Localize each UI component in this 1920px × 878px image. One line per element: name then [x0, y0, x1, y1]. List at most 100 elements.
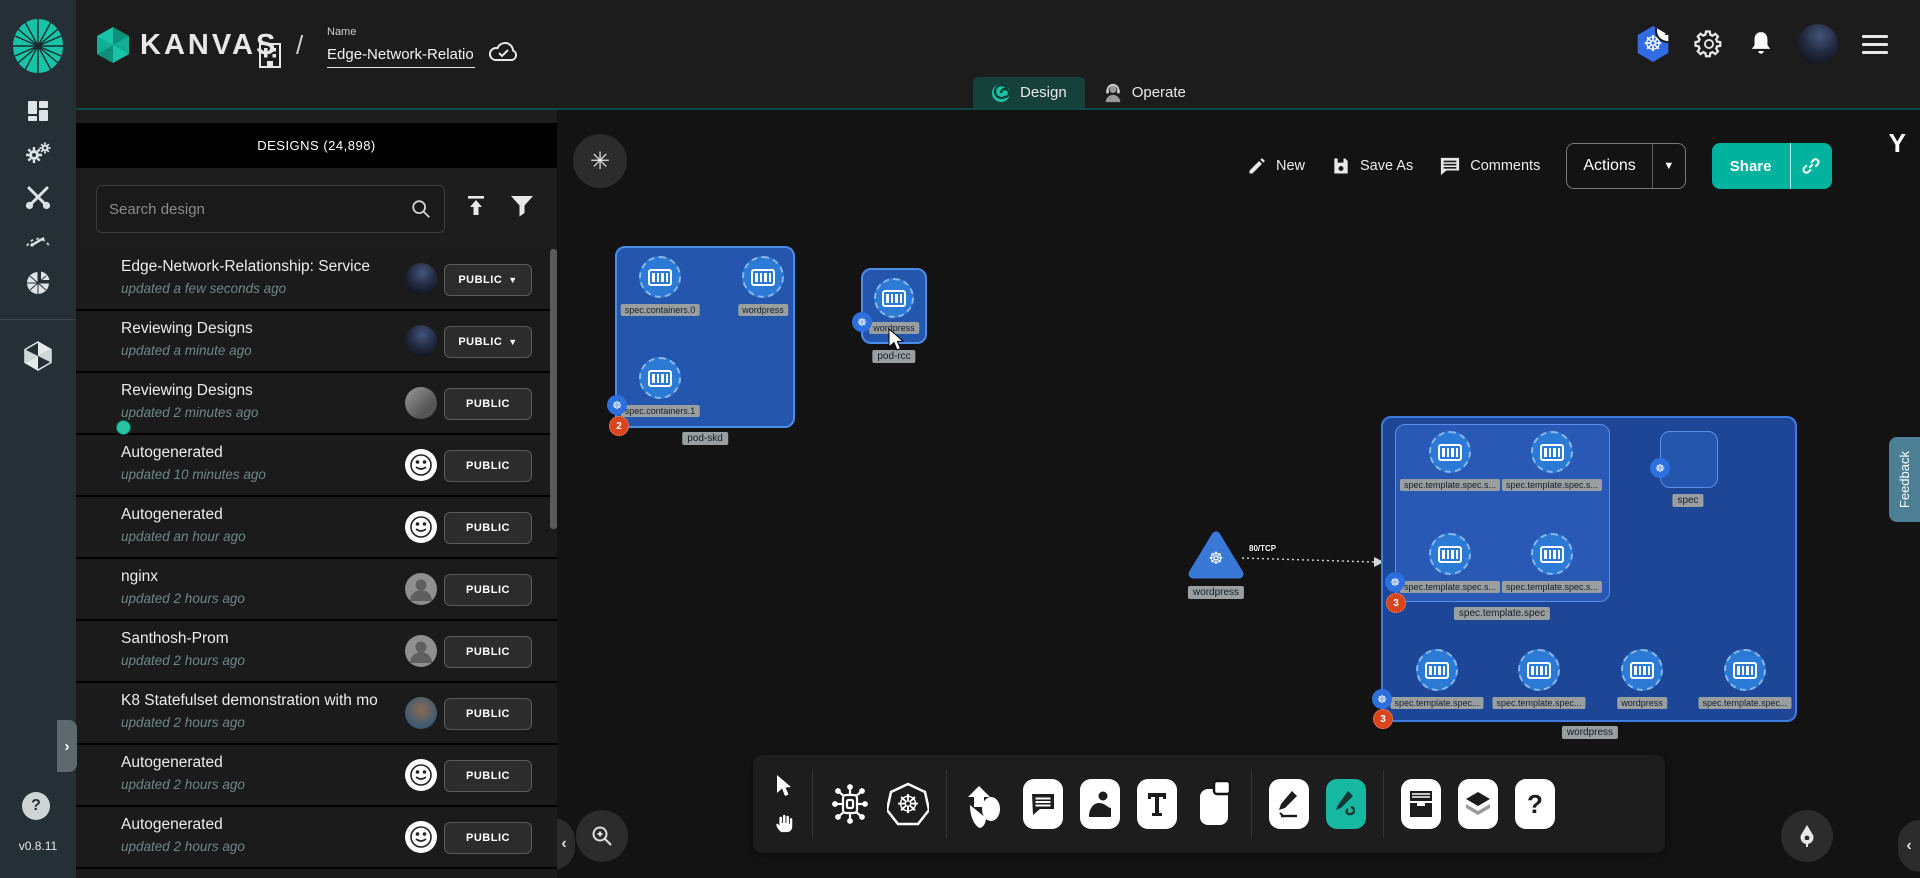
- sidebar-extensions-icon[interactable]: [18, 272, 58, 294]
- deployment-k8s-badge[interactable]: ☸: [1372, 689, 1392, 709]
- template-k8s-badge[interactable]: ☸: [1385, 572, 1405, 592]
- design-list-item[interactable]: Autogenerated updated 2 hours ago PUBLIC: [76, 807, 557, 869]
- template-container-node-4[interactable]: [1531, 533, 1573, 575]
- snowflake-button[interactable]: ✳: [573, 134, 627, 188]
- kubernetes-components-tool[interactable]: ☸: [887, 782, 929, 826]
- visibility-badge[interactable]: PUBLIC: [444, 636, 532, 668]
- share-button[interactable]: Share: [1712, 143, 1790, 189]
- container-node-wordpress-rcc[interactable]: [874, 278, 914, 318]
- brand[interactable]: KANVAS: [96, 26, 278, 64]
- select-tool[interactable]: [774, 774, 794, 798]
- deployment-pod-node-4[interactable]: [1724, 649, 1766, 691]
- comment-tool[interactable]: [1023, 779, 1063, 829]
- media-tool[interactable]: [1080, 779, 1120, 829]
- tab-design[interactable]: Design: [973, 77, 1085, 108]
- user-avatar[interactable]: [1798, 24, 1838, 64]
- design-item-updated: updated 2 hours ago: [121, 777, 403, 792]
- design-list-item[interactable]: Reviewing Designs updated a minute ago P…: [76, 311, 557, 373]
- pen-tool[interactable]: [1269, 779, 1309, 829]
- design-list-item[interactable]: Autogenerated updated an hour ago PUBLIC: [76, 497, 557, 559]
- search-icon[interactable]: [410, 198, 444, 220]
- design-canvas[interactable]: ✳ New Save As Comments Actions ▼ Share: [557, 110, 1920, 878]
- template-container-node-1[interactable]: [1429, 431, 1471, 473]
- actions-button[interactable]: Actions: [1567, 144, 1651, 188]
- visibility-badge[interactable]: PUBLIC: [444, 698, 532, 730]
- deployment-pod-node-1[interactable]: [1416, 649, 1458, 691]
- help-tool[interactable]: ?: [1515, 779, 1555, 829]
- design-name-input[interactable]: [327, 44, 475, 68]
- mouse-cursor: [887, 328, 905, 352]
- note-tool[interactable]: [1194, 779, 1234, 829]
- sidebar-kanvas-hexagon-icon[interactable]: [18, 345, 58, 367]
- operate-headset-icon: [1103, 83, 1123, 103]
- doodle-tool-active[interactable]: [1326, 779, 1366, 829]
- template-container-node-3[interactable]: [1429, 533, 1471, 575]
- design-list-item[interactable]: Santhosh-Prom updated 2 hours ago PUBLIC: [76, 621, 557, 683]
- pan-hand-tool[interactable]: [773, 812, 795, 834]
- visibility-badge[interactable]: PUBLIC: [444, 512, 532, 544]
- design-list-item[interactable]: Autogenerated updated 10 minutes ago PUB…: [76, 435, 557, 497]
- sidebar-performance-icon[interactable]: [18, 229, 58, 251]
- design-list-item[interactable]: Autogenerated updated 2 hours ago PUBLIC: [76, 745, 557, 807]
- design-list-item[interactable]: K8 Statefulset demonstration with mo upd…: [76, 683, 557, 745]
- shortcuts-y-icon[interactable]: Y: [1889, 128, 1906, 159]
- visibility-badge[interactable]: PUBLIC: [444, 760, 532, 792]
- shapes-tool[interactable]: [964, 779, 1006, 829]
- hamburger-menu-icon[interactable]: [1862, 30, 1888, 59]
- visibility-badge[interactable]: PUBLIC: [444, 450, 532, 482]
- deployment-pod-node-2[interactable]: [1518, 649, 1560, 691]
- spec-k8s-badge[interactable]: ☸: [1650, 458, 1670, 478]
- pod-skd-error-badge[interactable]: 2: [609, 416, 629, 436]
- notifications-bell-icon[interactable]: [1748, 30, 1774, 58]
- save-as-button[interactable]: Save As: [1331, 156, 1413, 176]
- zoom-button[interactable]: [576, 810, 628, 862]
- design-list-item[interactable]: nginx updated 2 hours ago PUBLIC: [76, 559, 557, 621]
- sidebar-lifecycle-gears-icon[interactable]: [18, 143, 58, 165]
- meshery-logo[interactable]: [11, 18, 65, 74]
- spec-box[interactable]: [1660, 431, 1718, 488]
- deployment-error-badge[interactable]: 3: [1373, 709, 1393, 729]
- collapse-right-chevron[interactable]: ‹: [1898, 820, 1920, 872]
- feedback-tab[interactable]: Feedback: [1889, 437, 1920, 522]
- organization-icon[interactable]: [256, 38, 284, 68]
- pod-rcc-k8s-badge[interactable]: ☸: [852, 312, 872, 332]
- sidebar-configuration-tools-icon[interactable]: [18, 186, 58, 208]
- new-design-button[interactable]: New: [1247, 156, 1305, 176]
- sidebar-dashboard-icon[interactable]: [18, 100, 58, 122]
- layers-tool[interactable]: [1458, 779, 1498, 829]
- import-design-icon[interactable]: [464, 194, 488, 218]
- container-node-wordpress[interactable]: [742, 256, 784, 298]
- visibility-badge[interactable]: PUBLIC: [444, 822, 532, 854]
- filter-icon[interactable]: [510, 195, 534, 217]
- settings-gear-icon[interactable]: [1694, 29, 1724, 59]
- template-error-badge[interactable]: 3: [1386, 593, 1406, 613]
- help-button[interactable]: ?: [22, 792, 50, 820]
- pod-skd-k8s-badge[interactable]: ☸: [607, 395, 627, 415]
- visibility-badge[interactable]: PUBLIC: [444, 388, 532, 420]
- panel-scrollbar[interactable]: [550, 249, 557, 529]
- tab-operate[interactable]: Operate: [1085, 77, 1204, 108]
- copy-link-button[interactable]: [1790, 143, 1832, 189]
- design-item-name: K8 Statefulset demonstration with mo: [121, 692, 403, 710]
- sidebar-expand-chevron[interactable]: ›: [57, 720, 77, 772]
- node-shape-tool[interactable]: [830, 784, 870, 824]
- design-list-item-partial[interactable]: [76, 869, 557, 878]
- drawer-tool[interactable]: [1401, 779, 1441, 829]
- design-search-input[interactable]: [97, 201, 410, 218]
- actions-dropdown-caret[interactable]: ▼: [1652, 144, 1685, 188]
- template-spec-container[interactable]: [1395, 424, 1610, 602]
- visibility-badge[interactable]: PUBLIC▼: [444, 264, 532, 296]
- visibility-badge[interactable]: PUBLIC: [444, 574, 532, 606]
- visibility-badge[interactable]: PUBLIC▼: [444, 326, 532, 358]
- text-tool[interactable]: [1137, 779, 1177, 829]
- design-list-item[interactable]: Edge-Network-Relationship: Service updat…: [76, 249, 557, 311]
- container-node-spec-containers-1[interactable]: [639, 357, 681, 399]
- deployment-pod-node-3[interactable]: [1621, 649, 1663, 691]
- sign-pen-button[interactable]: [1781, 810, 1833, 862]
- service-triangle-node[interactable]: ☸: [1186, 528, 1246, 584]
- comments-button[interactable]: Comments: [1439, 156, 1540, 176]
- template-container-node-2[interactable]: [1531, 431, 1573, 473]
- kubernetes-context-icon[interactable]: ☸ 1: [1636, 26, 1670, 62]
- design-list-item[interactable]: Reviewing Designs updated 2 minutes ago …: [76, 373, 557, 435]
- container-node-spec-containers-0[interactable]: [639, 256, 681, 298]
